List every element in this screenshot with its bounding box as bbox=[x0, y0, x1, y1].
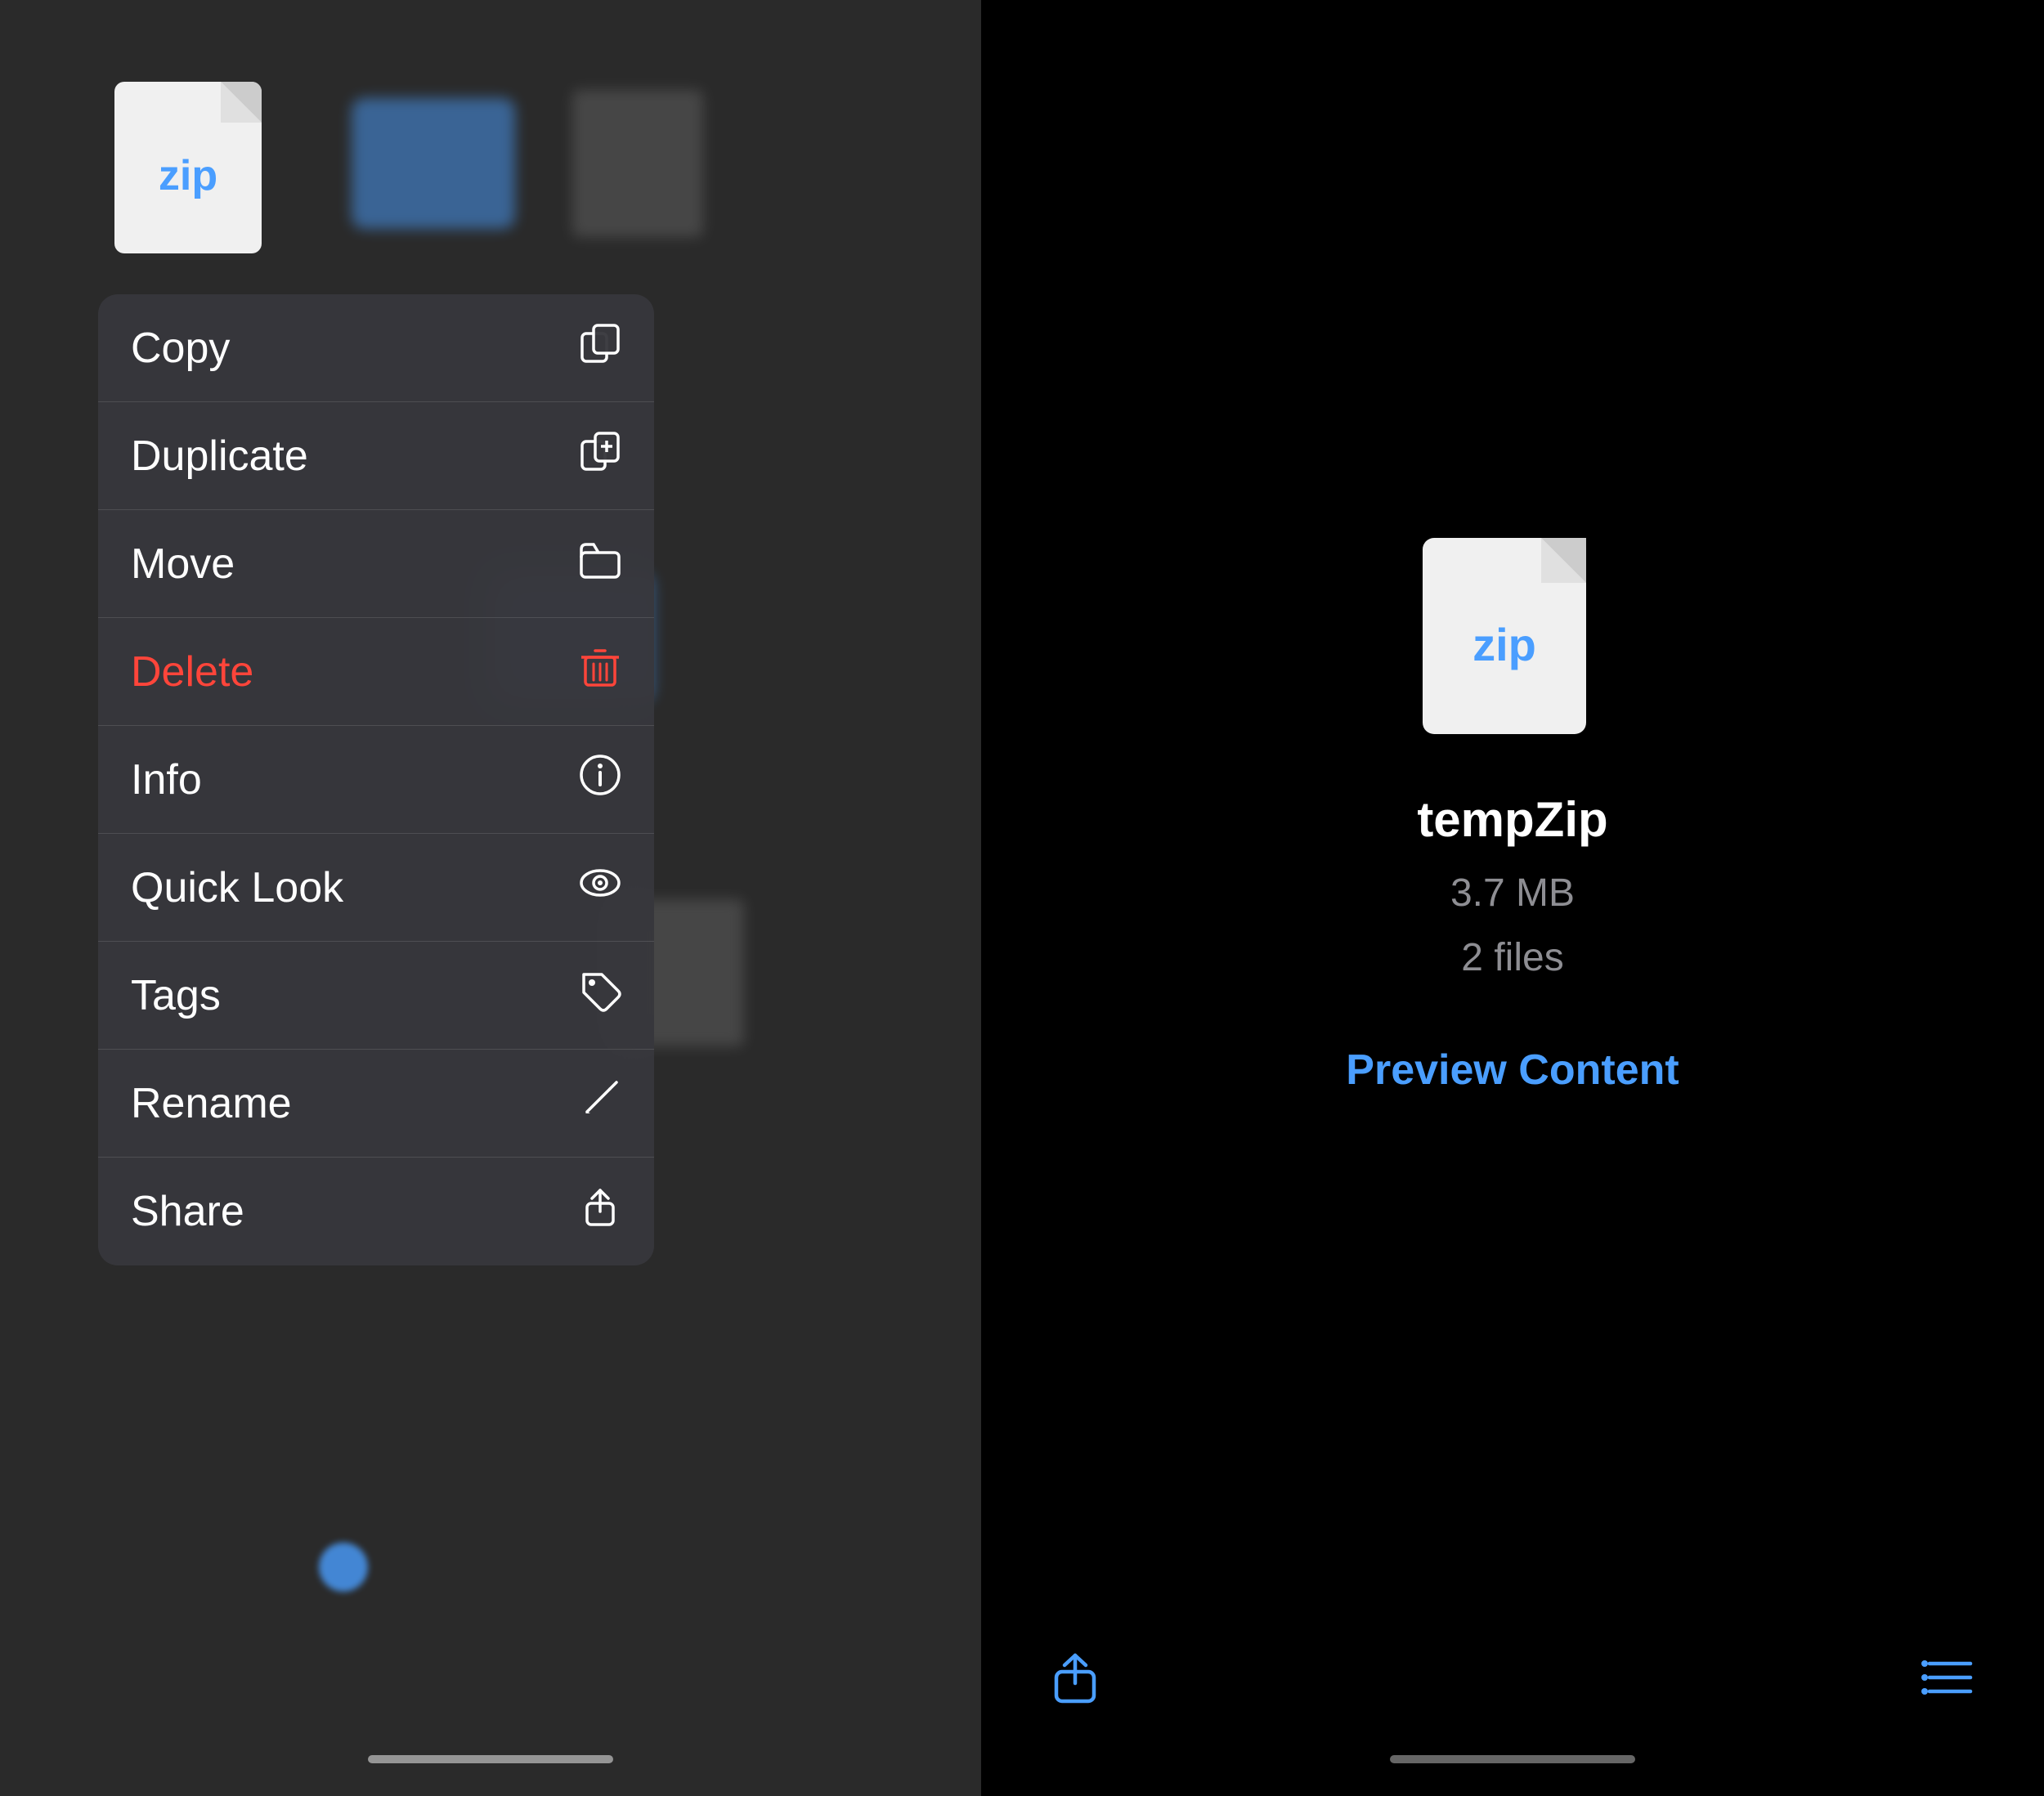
info-icon bbox=[579, 754, 621, 806]
duplicate-icon bbox=[579, 430, 621, 482]
right-zip-label: zip bbox=[1472, 618, 1536, 671]
info-label: Info bbox=[131, 755, 202, 804]
right-toolbar bbox=[981, 1616, 2044, 1796]
copy-icon bbox=[579, 322, 621, 374]
delete-label: Delete bbox=[131, 647, 253, 696]
rename-label: Rename bbox=[131, 1079, 292, 1128]
bg-dot bbox=[319, 1543, 368, 1592]
zip-file-icon: zip bbox=[114, 82, 278, 270]
share-icon bbox=[579, 1185, 621, 1238]
move-label: Move bbox=[131, 540, 235, 589]
menu-item-info[interactable]: Info bbox=[98, 726, 654, 834]
duplicate-label: Duplicate bbox=[131, 432, 308, 481]
zip-label: zip bbox=[159, 151, 217, 200]
menu-item-duplicate[interactable]: Duplicate bbox=[98, 402, 654, 510]
quick-look-label: Quick Look bbox=[131, 863, 343, 912]
right-home-indicator bbox=[1390, 1755, 1635, 1763]
file-count: 2 files bbox=[1461, 935, 1563, 980]
menu-item-copy[interactable]: Copy bbox=[98, 294, 654, 402]
preview-content-button[interactable]: Preview Content bbox=[1346, 1046, 1679, 1095]
menu-item-tags[interactable]: Tags bbox=[98, 942, 654, 1050]
share-label: Share bbox=[131, 1187, 244, 1236]
home-indicator bbox=[368, 1755, 613, 1763]
tags-label: Tags bbox=[131, 971, 221, 1020]
menu-item-rename[interactable]: Rename bbox=[98, 1050, 654, 1158]
list-toolbar-button[interactable] bbox=[1921, 1649, 1979, 1718]
delete-icon bbox=[579, 646, 621, 698]
copy-label: Copy bbox=[131, 324, 230, 373]
menu-item-quick-look[interactable]: Quick Look bbox=[98, 834, 654, 942]
file-size: 3.7 MB bbox=[1450, 871, 1575, 916]
menu-item-delete[interactable]: Delete bbox=[98, 618, 654, 726]
move-icon bbox=[579, 538, 621, 590]
share-toolbar-button[interactable] bbox=[1047, 1649, 1104, 1718]
tags-icon bbox=[579, 970, 621, 1022]
menu-item-share[interactable]: Share bbox=[98, 1158, 654, 1265]
file-name: tempZip bbox=[1417, 791, 1607, 848]
quick-look-icon bbox=[579, 862, 621, 914]
right-zip-file-icon: zip bbox=[1423, 538, 1602, 750]
menu-item-move[interactable]: Move bbox=[98, 510, 654, 618]
context-menu: Copy Duplicate Move bbox=[98, 294, 654, 1265]
left-panel: zip Copy Duplicate bbox=[0, 0, 981, 1796]
right-panel: zip tempZip 3.7 MB 2 files Preview Conte… bbox=[981, 0, 2044, 1796]
bg-item-2 bbox=[572, 90, 703, 237]
rename-icon bbox=[579, 1077, 621, 1130]
file-info-section: zip tempZip 3.7 MB 2 files Preview Conte… bbox=[1346, 0, 1679, 1796]
bg-folder-1 bbox=[352, 98, 515, 229]
